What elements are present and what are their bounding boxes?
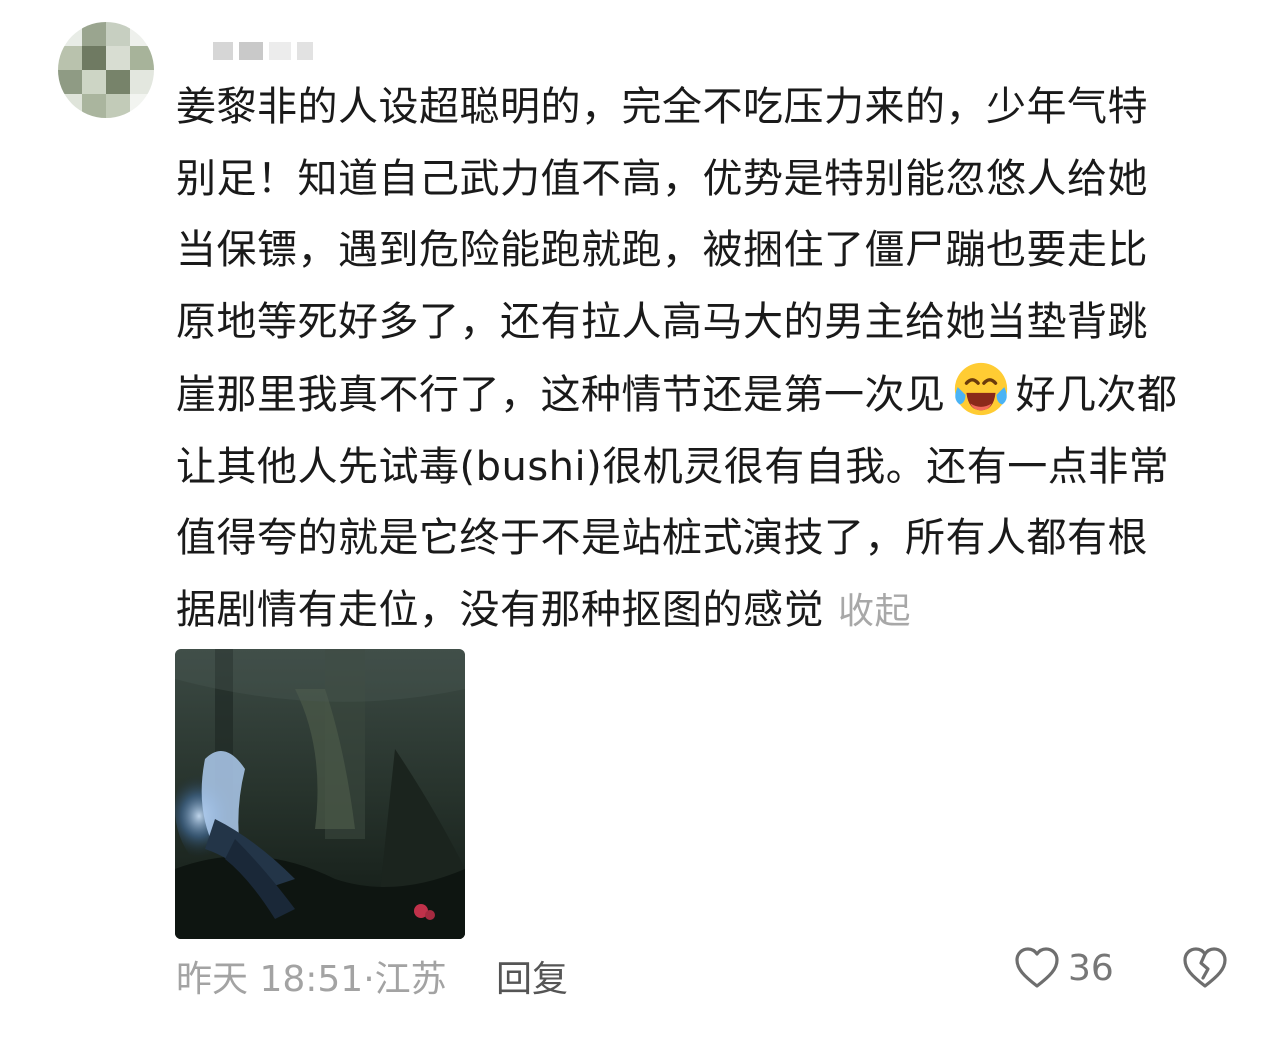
- comment-text: 姜黎非的人设超聪明的，完全不吃压力来的，少年气特 别足！知道自己武力值不高，优势是…: [176, 72, 1236, 647]
- location: 江苏: [374, 959, 447, 1000]
- broken-heart-icon: [1183, 947, 1227, 988]
- comment-line: 原地等死好多了，还有拉人高马大的男主给她当垫背跳: [176, 298, 1148, 345]
- comment-line: 让其他人先试毒(bushi)很机灵很有自我。还有一点非常: [176, 443, 1170, 490]
- comment-image[interactable]: [175, 649, 465, 939]
- comment-meta: 昨天 18:51·江苏: [176, 950, 447, 1002]
- comment-card: 姜黎非的人设超聪明的，完全不吃压力来的，少年气特 别足！知道自己武力值不高，优势是…: [0, 0, 1280, 1040]
- comment-line: 别足！知道自己武力值不高，优势是特别能忽悠人给她: [176, 155, 1148, 202]
- comment-line: 崖那里我真不行了，这种情节还是第一次见: [176, 372, 946, 418]
- comment-footer: 昨天 18:51·江苏 回复 36: [176, 947, 1246, 1002]
- comment-line: 当保镖，遇到危险能跑就跑，被捆住了僵尸蹦也要走比: [176, 227, 1148, 273]
- like-count: 36: [1068, 947, 1114, 989]
- comment-line: 据剧情有走位，没有那种抠图的感觉: [176, 586, 824, 633]
- collapse-button[interactable]: 收起: [838, 591, 911, 632]
- heart-outline-icon: [1015, 947, 1059, 988]
- comment-line: 好几次都: [1015, 372, 1178, 418]
- reply-button[interactable]: 回复: [496, 950, 568, 1002]
- comment-line: 姜黎非的人设超聪明的，完全不吃压力来的，少年气特: [176, 84, 1148, 130]
- forest-scene-image: [175, 649, 465, 939]
- like-button[interactable]: 36: [1014, 946, 1114, 990]
- dislike-button[interactable]: [1182, 946, 1228, 999]
- comment-line: 值得夸的就是它终于不是站桩式演技了，所有人都有根: [176, 515, 1148, 561]
- username-blurred[interactable]: [213, 42, 313, 60]
- avatar[interactable]: [58, 22, 154, 118]
- laughing-crying-emoji-icon: [954, 362, 1007, 416]
- meta-separator: ·: [363, 959, 375, 1000]
- timestamp: 昨天 18:51: [176, 959, 364, 1000]
